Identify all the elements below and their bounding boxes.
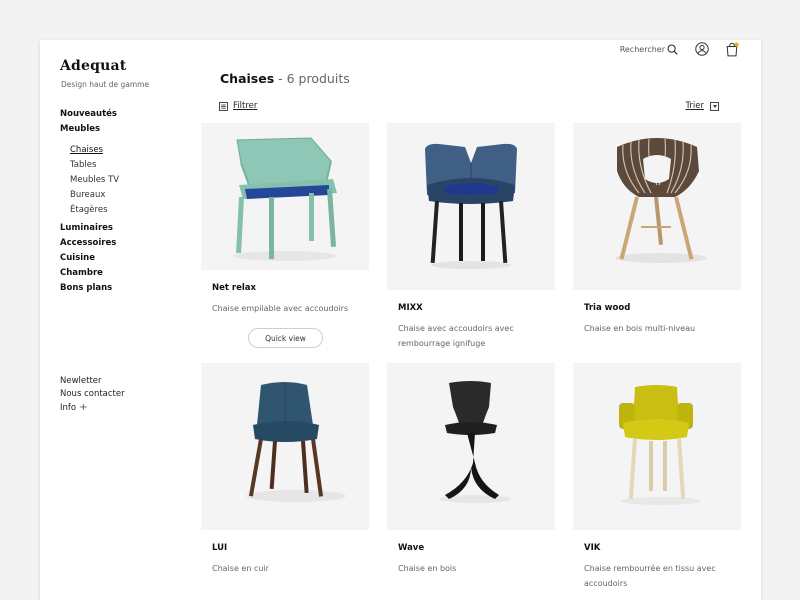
nav-item-meubles[interactable]: Meubles Chaises Tables Meubles TV Bureau… xyxy=(60,122,119,218)
subnav-item-etageres[interactable]: Étagères xyxy=(70,203,119,218)
contact-link[interactable]: Nous contacter xyxy=(60,388,125,401)
product-card[interactable]: Tria wood Chaise en bois multi-niveau xyxy=(573,123,741,336)
sort-label[interactable]: Trier xyxy=(685,101,704,111)
newsletter-link[interactable]: Newletter xyxy=(60,375,125,388)
footer-links: Newletter Nous contacter Info + xyxy=(60,375,125,415)
brand-logo[interactable]: Adequat xyxy=(60,58,126,74)
nav-item-label[interactable]: Meubles xyxy=(60,124,100,134)
subnav-item-meubles-tv[interactable]: Meubles TV xyxy=(70,173,119,188)
info-toggle[interactable]: Info + xyxy=(60,401,125,415)
top-bar: Rechercher xyxy=(461,40,761,60)
nav-item-chambre[interactable]: Chambre xyxy=(60,266,119,281)
quick-view-button[interactable]: Quick view xyxy=(248,328,323,348)
subnav-item-chaises[interactable]: Chaises xyxy=(70,143,119,158)
product-description: Chaise rembourrée en tissu avec accoudoi… xyxy=(584,564,716,588)
chevron-down-icon[interactable] xyxy=(710,101,719,111)
cart-icon[interactable] xyxy=(725,42,739,57)
product-card[interactable]: LUI Chaise en cuir xyxy=(201,363,369,576)
nav-item-accessoires[interactable]: Accessoires xyxy=(60,236,119,251)
page-title: Chaises - 6 produits xyxy=(220,71,350,86)
nav-item-nouveautes[interactable]: Nouveautés xyxy=(60,107,119,122)
product-description: Chaise empilable avec accoudoirs xyxy=(212,304,349,313)
main-nav: Nouveautés Meubles Chaises Tables Meuble… xyxy=(60,107,119,296)
category-title: Chaises xyxy=(220,71,275,86)
product-name[interactable]: MIXX xyxy=(398,303,555,313)
product-image[interactable] xyxy=(201,123,369,270)
subnav-item-tables[interactable]: Tables xyxy=(70,158,119,173)
product-name[interactable]: Tria wood xyxy=(584,303,741,313)
product-count: 6 produits xyxy=(286,71,350,86)
plus-icon[interactable]: + xyxy=(79,402,87,413)
product-name[interactable]: Net relax xyxy=(212,283,369,293)
product-image[interactable] xyxy=(387,363,555,530)
nav-item-cuisine[interactable]: Cuisine xyxy=(60,251,119,266)
product-image[interactable] xyxy=(573,363,741,530)
search-label[interactable]: Rechercher xyxy=(620,45,665,54)
nav-item-luminaires[interactable]: Luminaires xyxy=(60,221,119,236)
brand-tagline: Design haut de gamme xyxy=(61,80,150,89)
product-name[interactable]: Wave xyxy=(398,543,555,553)
product-name[interactable]: VIK xyxy=(584,543,741,553)
product-description: Chaise en bois multi-niveau xyxy=(584,324,696,333)
product-description: Chaise avec accoudoirs avec rembourrage … xyxy=(398,324,514,348)
nav-item-bons-plans[interactable]: Bons plans xyxy=(60,281,119,296)
search-icon[interactable] xyxy=(667,44,678,55)
separator: - xyxy=(274,71,287,86)
filter-button[interactable]: Filtrer xyxy=(219,101,257,111)
filter-icon[interactable] xyxy=(219,101,228,111)
product-name[interactable]: LUI xyxy=(212,543,369,553)
sort-dropdown[interactable]: Trier xyxy=(685,101,719,111)
product-description: Chaise en bois xyxy=(398,564,457,573)
subnav-meubles: Chaises Tables Meubles TV Bureaux Étagèr… xyxy=(70,143,119,218)
product-image[interactable] xyxy=(201,363,369,530)
page-container: Rechercher Adequat Design haut de gamme … xyxy=(40,40,761,600)
product-card[interactable]: VIK Chaise rembourrée en tissu avec acco… xyxy=(573,363,741,591)
info-label[interactable]: Info xyxy=(60,403,76,413)
subnav-item-bureaux[interactable]: Bureaux xyxy=(70,188,119,203)
product-card[interactable]: MIXX Chaise avec accoudoirs avec rembour… xyxy=(387,123,555,351)
product-image[interactable] xyxy=(573,123,741,290)
product-description: Chaise en cuir xyxy=(212,564,269,573)
product-card[interactable]: Wave Chaise en bois xyxy=(387,363,555,576)
account-icon[interactable] xyxy=(695,42,709,56)
filter-label[interactable]: Filtrer xyxy=(233,101,257,111)
product-card[interactable]: Net relax Chaise empilable avec accoudoi… xyxy=(201,123,369,348)
product-image[interactable] xyxy=(387,123,555,290)
